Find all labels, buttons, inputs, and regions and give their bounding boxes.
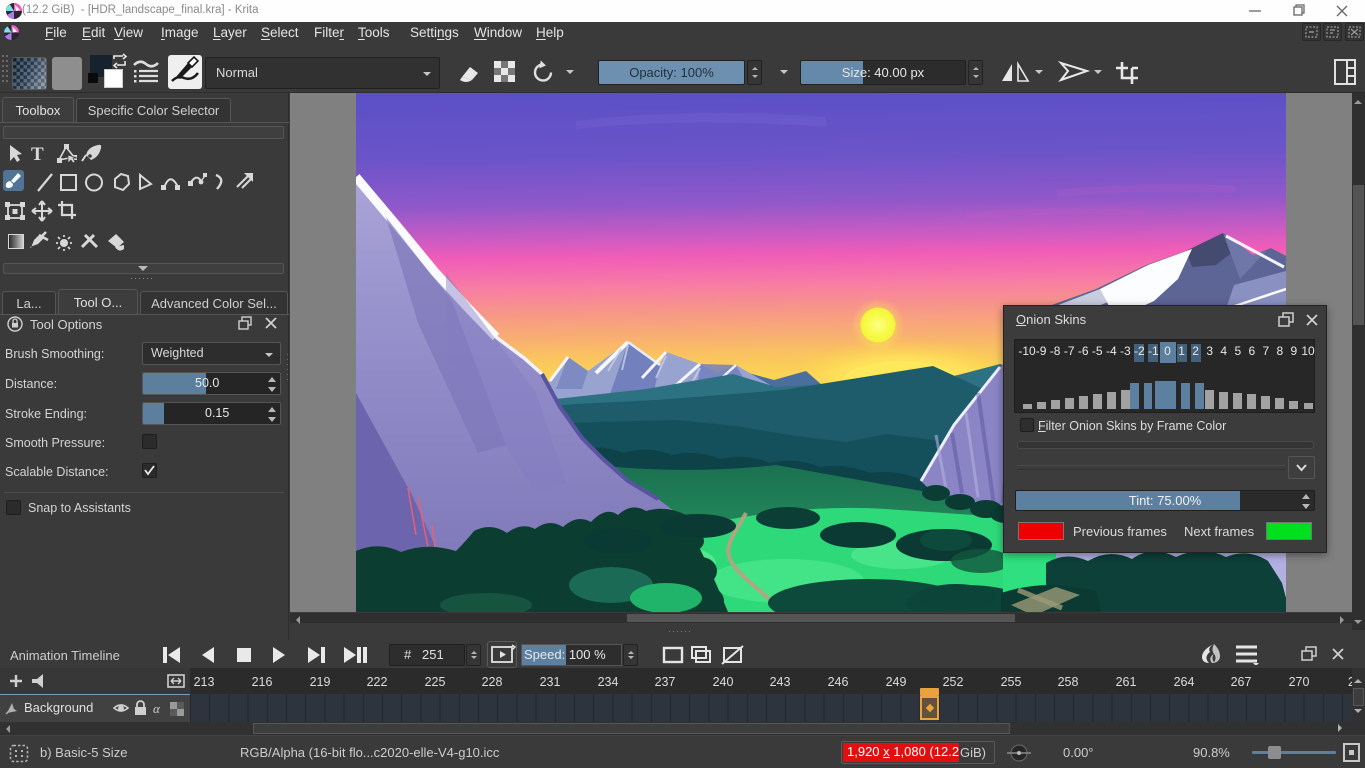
svg-text:α: α bbox=[153, 701, 161, 716]
svg-text:T: T bbox=[31, 144, 44, 165]
